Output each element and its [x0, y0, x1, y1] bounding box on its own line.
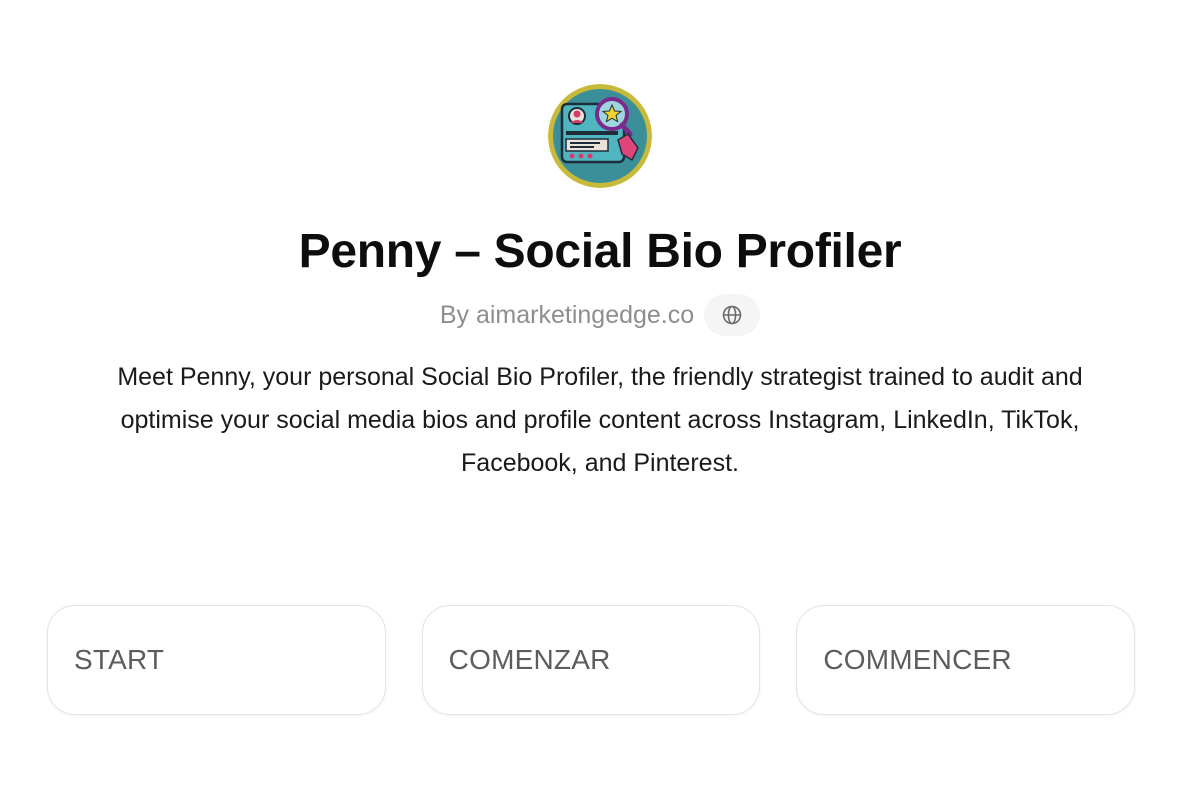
starter-label: START	[74, 644, 165, 675]
gpt-avatar	[548, 84, 652, 188]
gpt-header: Penny – Social Bio Profiler By aimarketi…	[0, 84, 1200, 485]
globe-icon	[722, 305, 742, 325]
gpt-description: Meet Penny, your personal Social Bio Pro…	[117, 363, 1083, 477]
website-link-button[interactable]	[704, 294, 761, 336]
starter-button-comenzar[interactable]: COMENZAR	[421, 605, 761, 715]
gpt-byline: By aimarketingedge.co	[0, 294, 1200, 336]
starter-button-commencer[interactable]: COMMENCER	[796, 605, 1136, 715]
starter-label: COMMENCER	[823, 644, 1012, 675]
gpt-landing-page: Penny – Social Bio Profiler By aimarketi…	[0, 0, 1200, 800]
starter-label: COMENZAR	[448, 644, 611, 675]
profile-magnifier-icon	[548, 84, 652, 188]
author-label: By aimarketingedge.co	[439, 300, 695, 329]
conversation-starters: START COMENZAR COMMENCER	[47, 605, 1136, 715]
gpt-title: Penny – Social Bio Profiler	[298, 225, 902, 278]
starter-button-start[interactable]: START	[47, 605, 386, 715]
